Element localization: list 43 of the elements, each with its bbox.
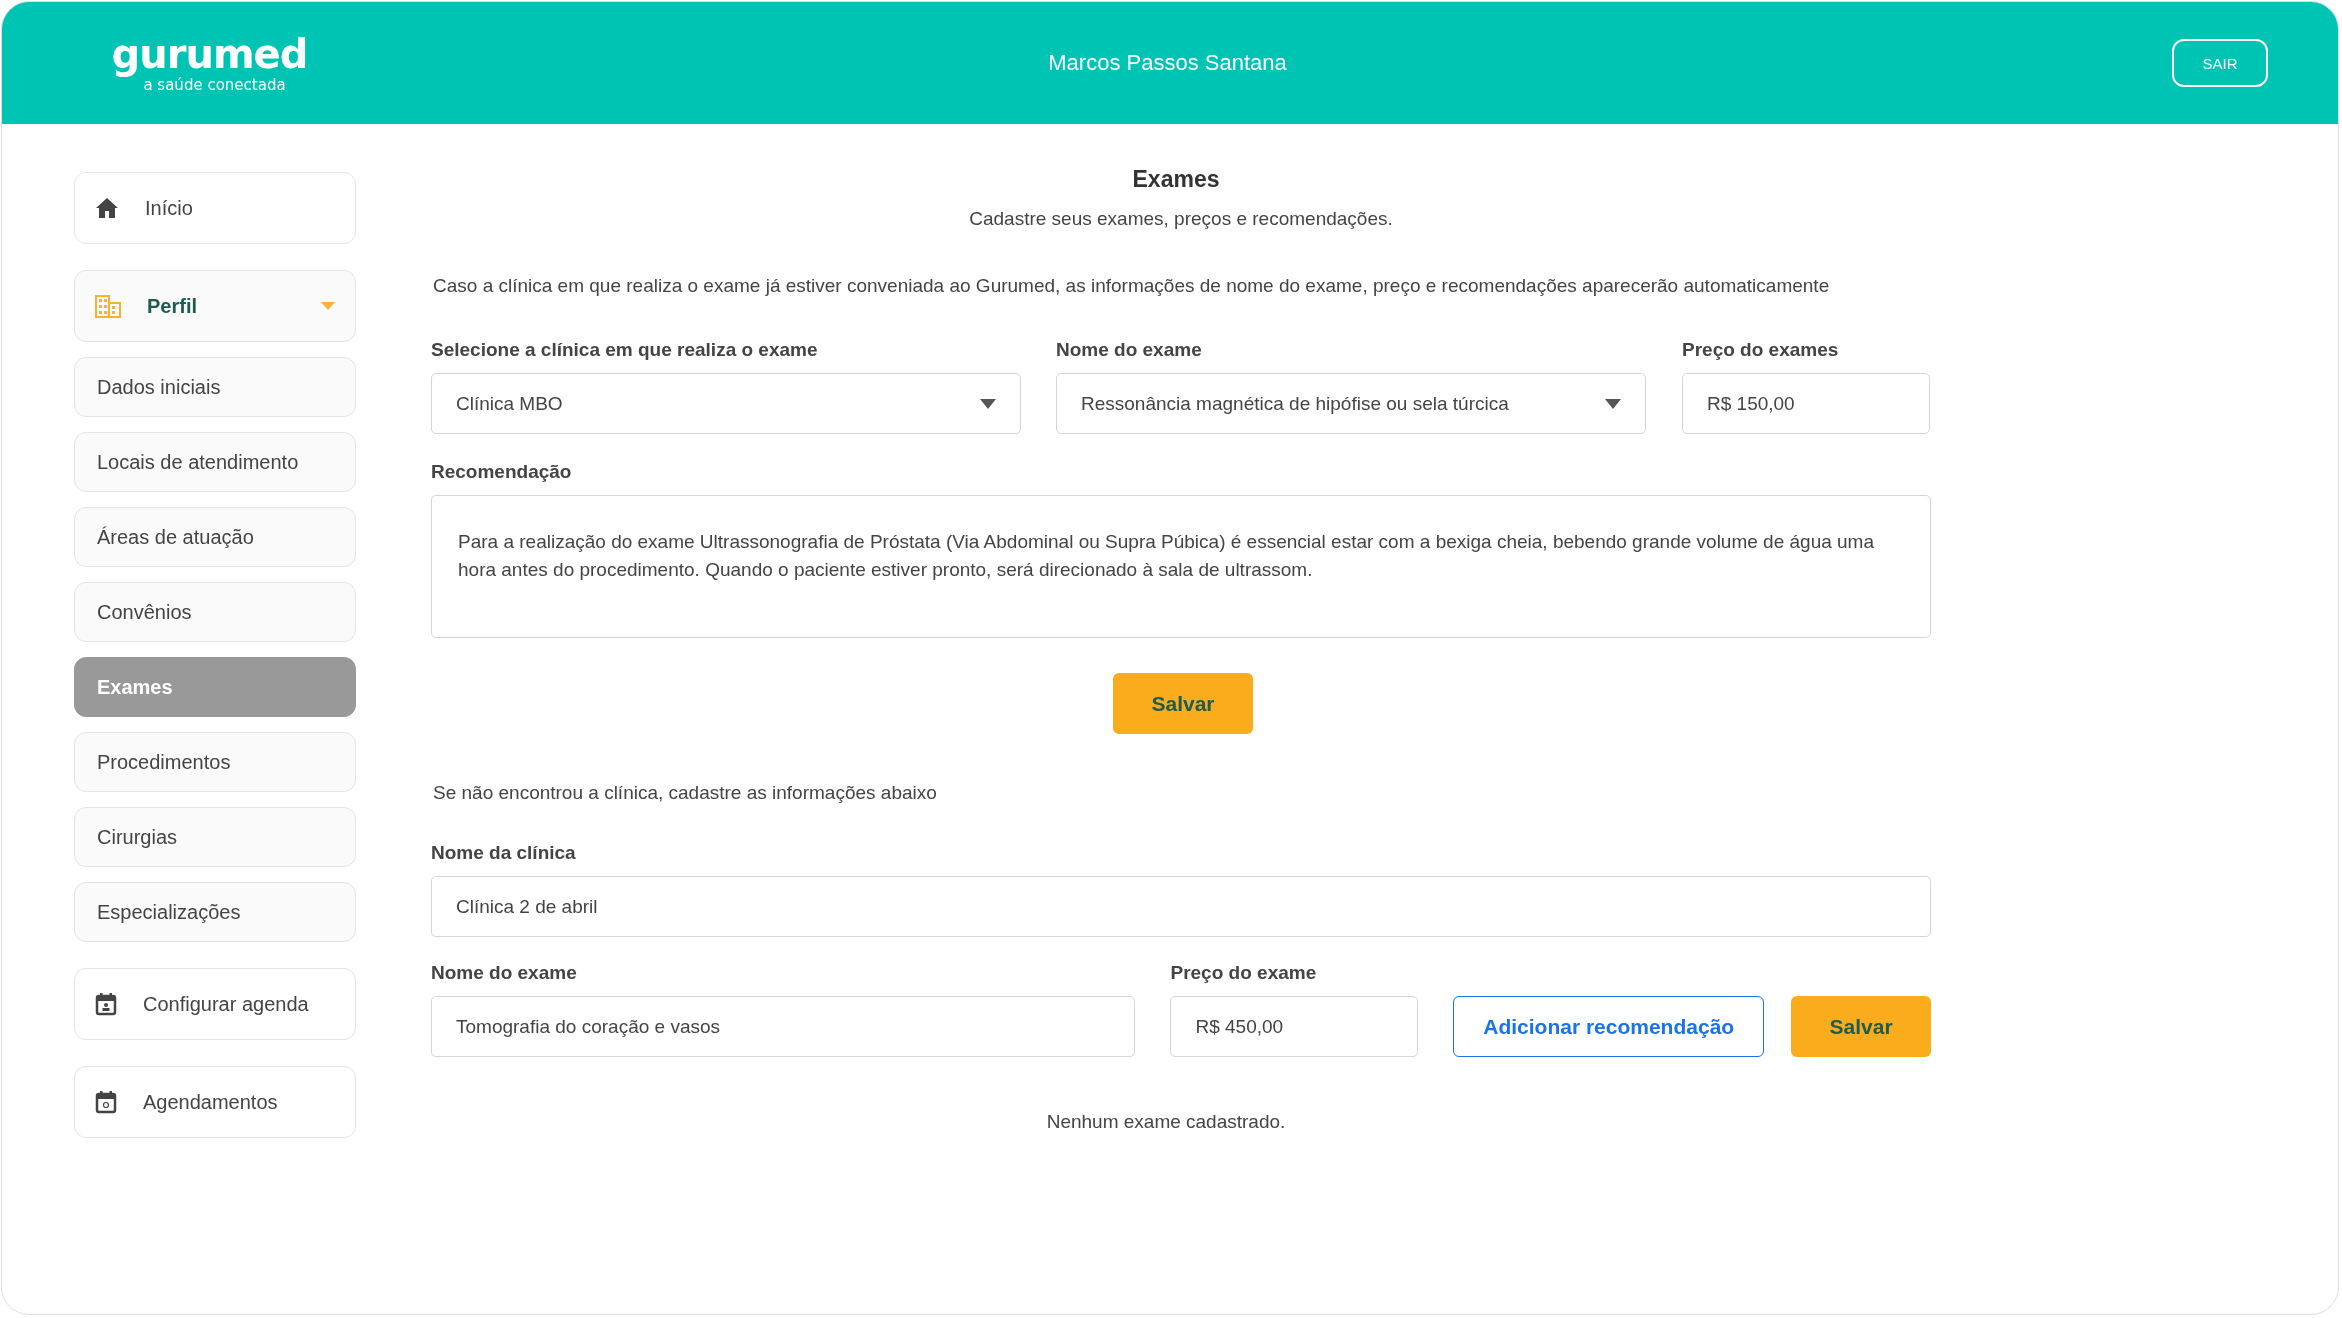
submenu-item[interactable]: Convênios: [74, 582, 356, 642]
prompt-text: Se não encontrou a clínica, cadastre as informações abaixo: [432, 782, 938, 804]
building-icon: [95, 294, 121, 318]
add-recommendation-button[interactable]: Adicionar recomendação: [1453, 996, 1765, 1057]
submenu-item[interactable]: Áreas de atuação: [74, 507, 356, 567]
submenu-item[interactable]: Procedimentos: [74, 732, 356, 792]
field-label: Selecione a clínica em que realiza o exame: [431, 339, 819, 361]
empty-message: Nenhum exame cadastrado.: [1046, 1111, 1286, 1133]
price-field[interactable]: R$ 450,00: [1170, 996, 1419, 1057]
clinic-dropdown[interactable]: Clínica MBO: [431, 373, 1021, 434]
menu-item[interactable]: Configurar agenda: [74, 968, 356, 1040]
exam-name-field[interactable]: Tomografia do coração e vasos: [431, 996, 1136, 1057]
logo-wordmark: gurumed: [111, 32, 308, 76]
menu-item[interactable]: Agendamentos: [74, 1066, 356, 1138]
home-icon: [95, 197, 119, 219]
clinic-name-field[interactable]: Clínica 2 de abril: [431, 876, 1931, 937]
logo-tagline: a saúde conectada: [143, 76, 286, 94]
field-label: Nome do exame: [1056, 339, 1203, 361]
dropdown-caret-icon: [980, 398, 996, 409]
calendar-person-icon: [95, 992, 117, 1016]
user-name: Marcos Passos Santana: [1048, 50, 1287, 76]
field-label: Preço do exames: [1682, 339, 1840, 361]
recommendation-text-area[interactable]: Para a realização do exame Ultrassonografia de Próstata (Via Abdominal ou Supra Púbica) é essencial estar com a bexiga cheia, bebendo grande volume de água uma hora antes do procedimento. Quando o paciente estiver pronto, será direcionado à sala de ultrassom.: [431, 495, 1931, 638]
save-button[interactable]: Salvar: [1113, 673, 1253, 734]
price-field[interactable]: R$ 150,00: [1682, 373, 1930, 434]
submenu-item[interactable]: Locais de atendimento: [74, 432, 356, 492]
exam-dropdown[interactable]: Ressonância magnética de hipófise ou sela túrcica: [1056, 373, 1646, 434]
menu-item[interactable]: Início: [74, 172, 356, 244]
field-label: Nome da clínica: [431, 842, 577, 864]
submenu-item[interactable]: Cirurgias: [74, 807, 356, 867]
menu-item[interactable]: Perfil: [74, 270, 356, 342]
notice-text: Caso a clínica em que realiza o exame já estiver conveniada ao Gurumed, as informações de nome do exame, preço e recomendações aparecerão automaticamente: [432, 275, 1831, 297]
page-subtitle: Cadastre seus exames, preços e recomendações.: [969, 208, 1393, 230]
caret-down-icon: [321, 302, 335, 310]
dropdown-caret-icon: [1605, 398, 1621, 409]
save-button[interactable]: Salvar: [1791, 996, 1931, 1057]
field-label: Preço do exame: [1170, 962, 1318, 984]
submenu-item[interactable]: Especializações: [74, 882, 356, 942]
field-label: Nome do exame: [431, 962, 578, 984]
submenu-item[interactable]: Dados iniciais: [74, 357, 356, 417]
calendar-icon: [95, 1090, 117, 1114]
field-label: Recomendação: [431, 461, 573, 483]
page-title: Exames: [1132, 166, 1220, 193]
